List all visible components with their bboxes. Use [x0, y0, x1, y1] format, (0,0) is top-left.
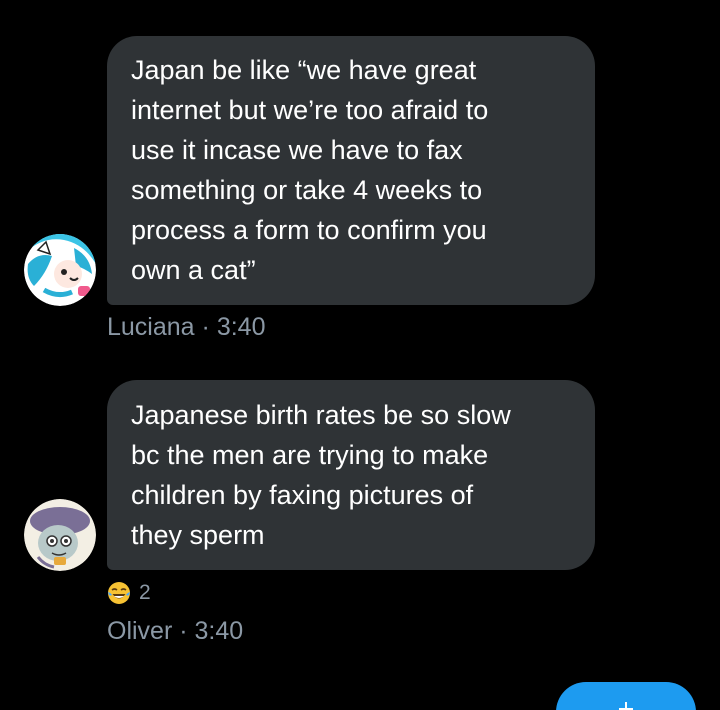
message-text-line: own a cat” [131, 255, 256, 285]
timestamp: 3:40 [216, 313, 266, 341]
timestamp: 3:40 [194, 617, 244, 645]
avatar-luciana-image [24, 234, 96, 306]
message-text-line: use it incase we have to fax [131, 135, 463, 165]
message-bubble[interactable]: Japan be like “we have great internet bu… [107, 36, 595, 305]
compose-button[interactable] [556, 682, 696, 710]
dm-conversation: Japan be like “we have great internet bu… [0, 0, 720, 710]
reaction-count: 2 [139, 581, 151, 604]
message-bubble[interactable]: Japanese birth rates be so slow bc the m… [107, 380, 595, 570]
separator-dot: · [179, 617, 188, 645]
message-meta: Oliver · 3:40 [107, 616, 243, 646]
message-text-line: children by faxing pictures of [131, 480, 474, 510]
avatar-luciana[interactable] [24, 234, 96, 306]
message-text-line: something or take 4 weeks to [131, 175, 483, 205]
author-name: Luciana [107, 313, 195, 341]
avatar-oliver[interactable] [24, 499, 96, 571]
separator-dot: · [201, 313, 210, 341]
avatar-oliver-image [24, 499, 96, 571]
message-text-line: Japan be like “we have great [131, 55, 477, 85]
plus-icon [619, 702, 633, 710]
message-text-line: internet but we’re too afraid to [131, 95, 489, 125]
message-text-line: bc the men are trying to make [131, 440, 489, 470]
reaction-badge[interactable]: 2 [107, 580, 151, 606]
message-text-line: they sperm [131, 520, 265, 550]
author-name: Oliver [107, 617, 173, 645]
message-text-line: process a form to confirm you [131, 215, 487, 245]
message-text-line: Japanese birth rates be so slow [131, 400, 511, 430]
tears-of-joy-emoji-icon [108, 582, 130, 604]
message-meta: Luciana · 3:40 [107, 312, 265, 342]
